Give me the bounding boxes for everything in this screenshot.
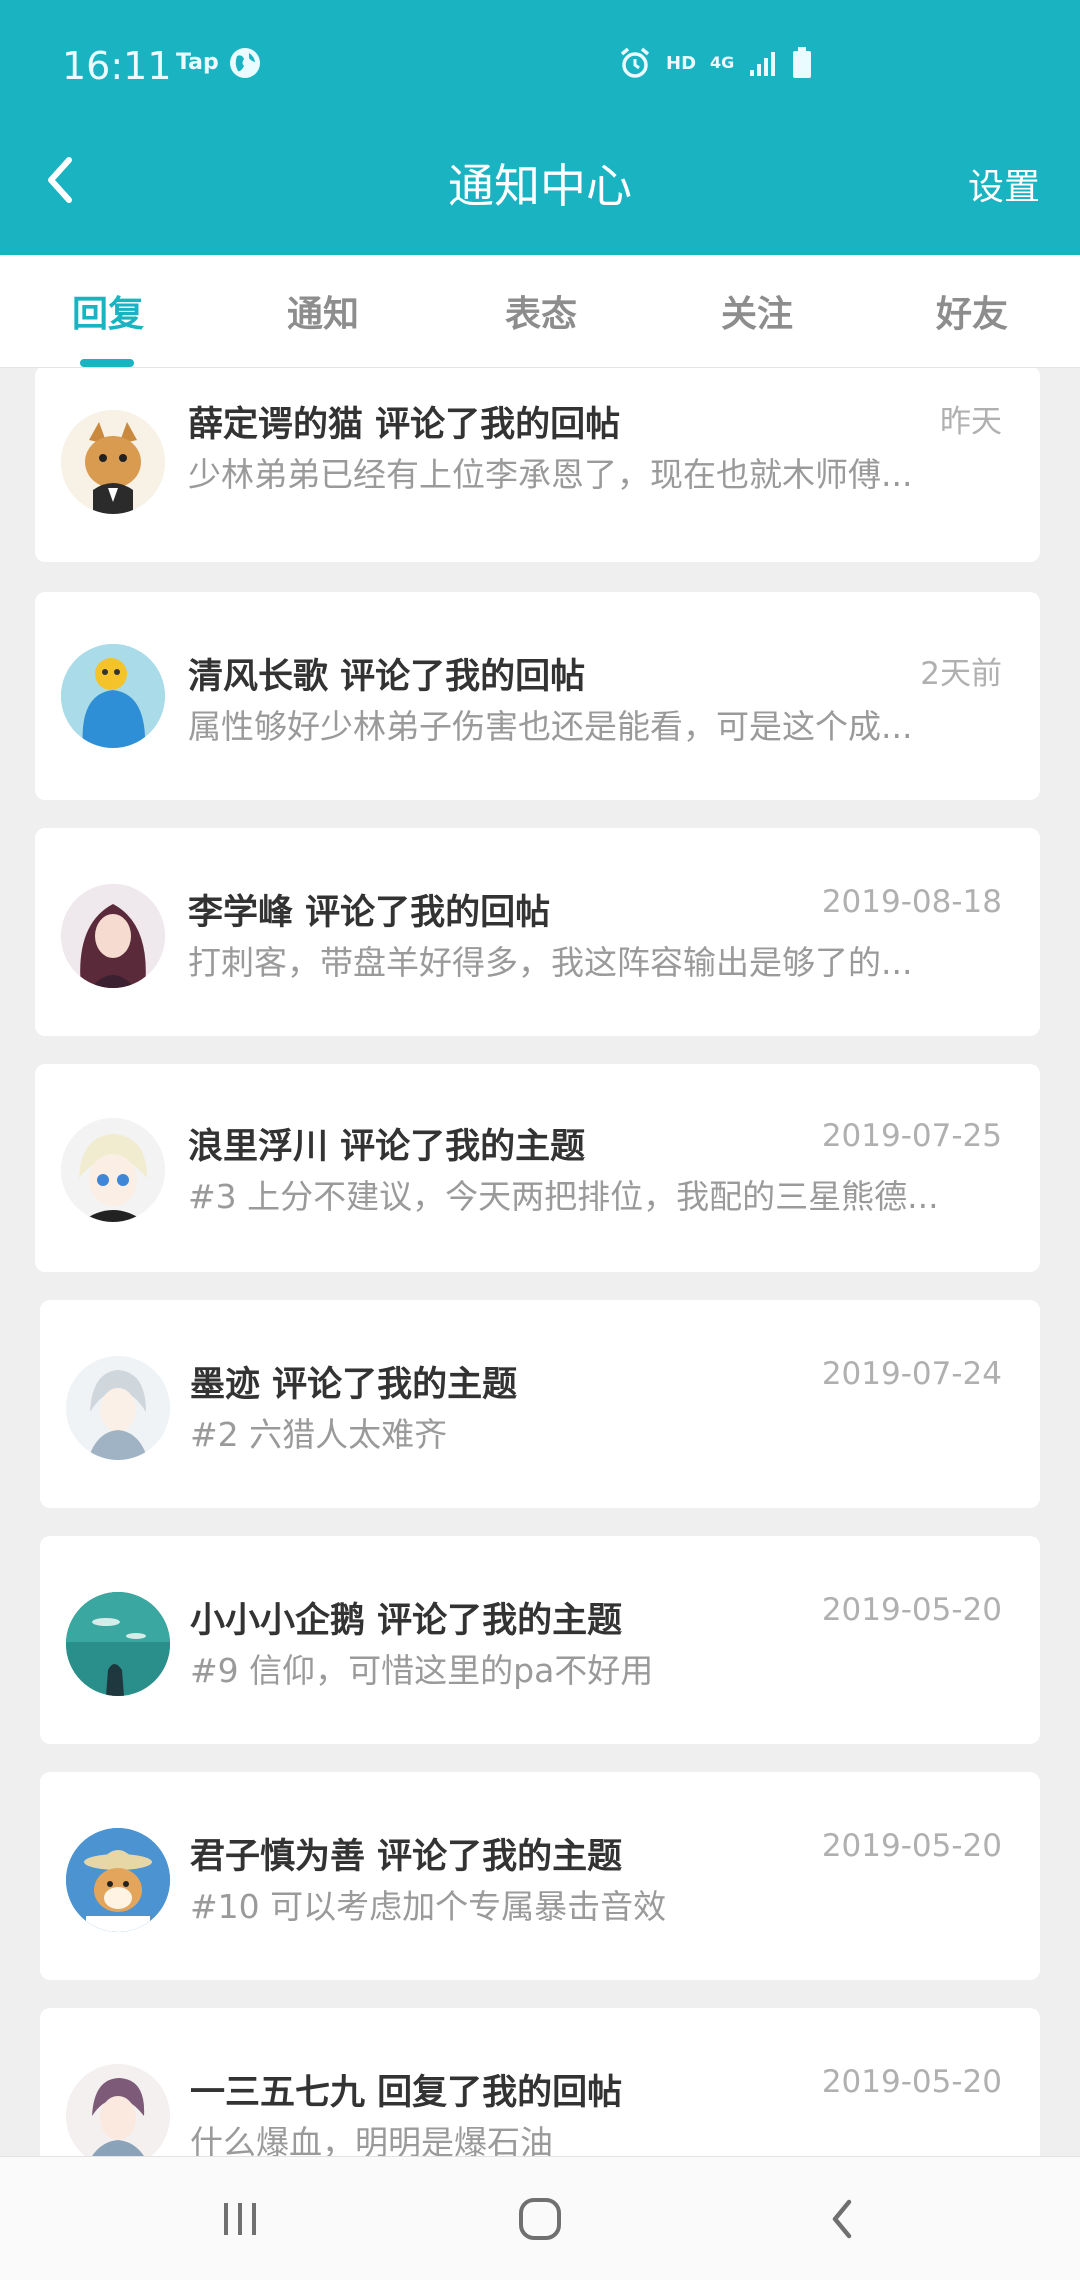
- avatar: [61, 1118, 165, 1222]
- signal-icon: [750, 52, 776, 76]
- list-item[interactable]: 浪里浮川 评论了我的主题 2019-07-25 #3 上分不建议，今天两把排位，…: [35, 1064, 1040, 1272]
- system-nav-bar: [0, 2156, 1080, 2280]
- item-title: 薛定谔的猫 评论了我的回帖: [188, 405, 621, 445]
- nav-back-button[interactable]: [802, 2187, 882, 2251]
- item-title: 浪里浮川 评论了我的主题: [188, 1127, 586, 1167]
- item-preview: #10 可以考虑加个专属暴击音效: [190, 1887, 667, 1926]
- status-time: 16:11: [62, 44, 172, 88]
- tab-reactions[interactable]: 表态: [461, 285, 621, 337]
- avatar: [61, 410, 165, 514]
- item-time: 2019-05-20: [821, 1592, 1002, 1628]
- anime-boy-avatar-image: [61, 1118, 165, 1222]
- anime-girl-avatar-image: [61, 884, 165, 988]
- dog-avatar-image: [66, 1828, 170, 1932]
- item-time: 2019-05-20: [821, 1828, 1002, 1864]
- item-preview: 什么爆血，明明是爆石油: [190, 2123, 553, 2156]
- battery-icon: [793, 47, 812, 78]
- item-time: 2019-05-20: [821, 2064, 1002, 2100]
- page-title: 通知中心: [448, 159, 632, 213]
- avatar: [66, 1592, 170, 1696]
- item-time: 昨天: [940, 404, 1002, 440]
- item-time: 2019-07-24: [821, 1356, 1002, 1392]
- recents-icon: [224, 2203, 256, 2235]
- avatar: [61, 644, 165, 748]
- aquarium-avatar-image: [66, 1592, 170, 1696]
- list-item[interactable]: 李学峰 评论了我的回帖 2019-08-18 打刺客，带盘羊好得多，我这阵容输出…: [35, 828, 1040, 1036]
- list-item[interactable]: 薛定谔的猫 评论了我的回帖 昨天 少林弟弟已经有上位李承恩了，现在也就木师傅..…: [35, 368, 1040, 562]
- nav-home-button[interactable]: [500, 2187, 580, 2251]
- item-title: 李学峰 评论了我的回帖: [188, 893, 551, 933]
- item-time: 2019-07-25: [821, 1118, 1002, 1154]
- network-type: 4G: [710, 53, 735, 72]
- settings-button[interactable]: 设置: [968, 158, 1040, 210]
- app-root: 16:11 Tap HD 4G 通知中心 设置 回复 通知 表态 关注 好友 薛…: [0, 0, 1080, 2280]
- list-item[interactable]: 墨迹 评论了我的主题 2019-07-24 #2 六猎人太难齐: [40, 1300, 1040, 1508]
- header: 16:11 Tap HD 4G 通知中心 设置: [0, 0, 1080, 255]
- tab-friends[interactable]: 好友: [892, 285, 1052, 337]
- item-preview: 打刺客，带盘羊好得多，我这阵容输出是够了的...: [188, 943, 913, 982]
- item-preview: 少林弟弟已经有上位李承恩了，现在也就木师傅...: [188, 455, 913, 494]
- item-title: 墨迹 评论了我的主题: [190, 1365, 518, 1405]
- tab-notifications[interactable]: 通知: [243, 285, 403, 337]
- status-bar: 16:11 Tap HD 4G: [0, 0, 1080, 120]
- back-icon: [832, 2199, 852, 2239]
- list-item[interactable]: 一三五七九 回复了我的回帖 2019-05-20 什么爆血，明明是爆石油: [40, 2008, 1040, 2156]
- avatar: [66, 1828, 170, 1932]
- list-item[interactable]: 清风长歌 评论了我的回帖 2天前 属性够好少林弟子伤害也还是能看，可是这个成..…: [35, 592, 1040, 800]
- tab-follows[interactable]: 关注: [677, 285, 837, 337]
- title-bar: 通知中心 设置: [0, 140, 1080, 220]
- list-item[interactable]: 君子慎为善 评论了我的主题 2019-05-20 #10 可以考虑加个专属暴击音…: [40, 1772, 1040, 1980]
- anime-character-avatar-image: [66, 1356, 170, 1460]
- hd-indicator: HD: [666, 52, 697, 74]
- item-time: 2天前: [920, 656, 1002, 692]
- item-title: 小小小企鹅 评论了我的主题: [190, 1601, 623, 1641]
- notification-list[interactable]: 薛定谔的猫 评论了我的回帖 昨天 少林弟弟已经有上位李承恩了，现在也就木师傅..…: [0, 368, 1080, 2156]
- tab-active-indicator: [80, 359, 134, 367]
- anime-boy-avatar-image: [66, 2064, 170, 2156]
- cartoon-avatar-image: [61, 644, 165, 748]
- list-item[interactable]: 小小小企鹅 评论了我的主题 2019-05-20 #9 信仰，可惜这里的pa不好…: [40, 1536, 1040, 1744]
- status-app-label: Tap: [176, 50, 219, 75]
- item-title: 一三五七九 回复了我的回帖: [190, 2073, 623, 2113]
- status-icons: HD 4G: [618, 46, 812, 80]
- item-time: 2019-08-18: [821, 884, 1002, 920]
- avatar: [66, 1356, 170, 1460]
- item-preview: #2 六猎人太难齐: [190, 1415, 448, 1454]
- avatar: [66, 2064, 170, 2156]
- home-icon: [519, 2198, 561, 2240]
- item-title: 君子慎为善 评论了我的主题: [190, 1837, 623, 1877]
- globe-icon: [230, 48, 260, 78]
- item-preview: #3 上分不建议，今天两把排位，我配的三星熊德...: [188, 1177, 939, 1216]
- alarm-icon: [620, 47, 650, 78]
- nav-recents-button[interactable]: [200, 2187, 280, 2251]
- tab-bar: 回复 通知 表态 关注 好友: [0, 255, 1080, 368]
- cat-avatar-image: [61, 410, 165, 514]
- item-preview: #9 信仰，可惜这里的pa不好用: [190, 1651, 654, 1690]
- tab-replies[interactable]: 回复: [28, 285, 188, 337]
- avatar: [61, 884, 165, 988]
- item-preview: 属性够好少林弟子伤害也还是能看，可是这个成...: [188, 707, 913, 746]
- item-title: 清风长歌 评论了我的回帖: [188, 657, 586, 697]
